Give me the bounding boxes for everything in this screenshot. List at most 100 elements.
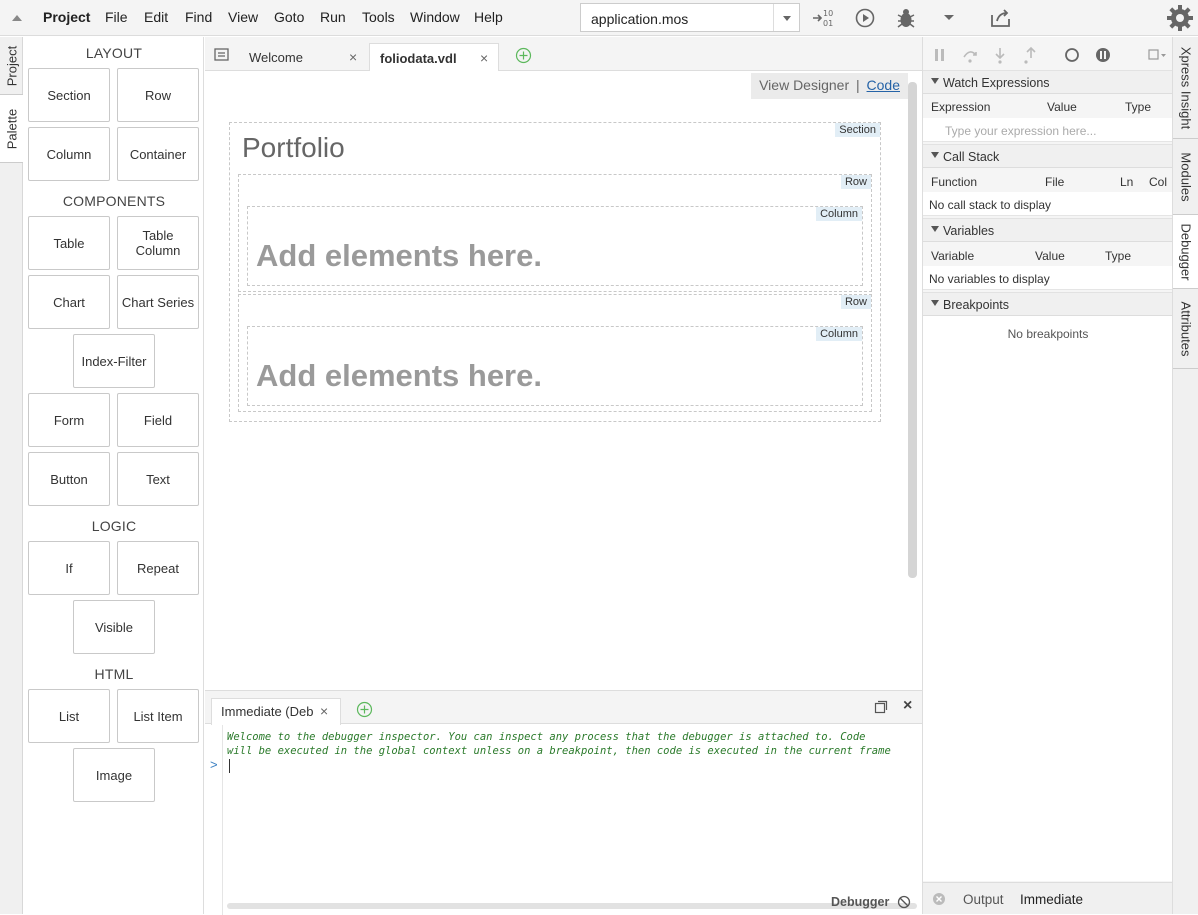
drop-placeholder: Add elements here. [256,238,542,273]
palette-image-button[interactable]: Image [73,748,155,802]
column-block[interactable]: Column Add elements here. [247,206,863,286]
step-into-icon[interactable]: 10 01 [811,5,837,31]
palette-field-button[interactable]: Field [117,393,199,447]
chevron-down-icon[interactable] [936,5,962,31]
column-block[interactable]: Column Add elements here. [247,326,863,406]
palette-text-button[interactable]: Text [117,452,199,506]
breakpoint-toggle-icon[interactable] [1063,46,1081,64]
file-select[interactable]: application.mos [580,3,800,32]
variables-col-type: Type [1105,249,1132,263]
palette-list-button[interactable]: List [28,689,110,743]
maximize-icon[interactable] [874,700,888,714]
tab-debugger[interactable]: Debugger [1173,215,1198,289]
callstack-col-function: Function [931,175,978,189]
palette-repeat-button[interactable]: Repeat [117,541,199,595]
menu-run[interactable]: Run [320,9,346,25]
tab-immediate-bottom[interactable]: Immediate [1020,892,1083,907]
call-stack-header[interactable]: Call Stack [923,144,1173,168]
variables-title: Variables [943,224,995,238]
menu-tools[interactable]: Tools [362,9,395,25]
tab-palette[interactable]: Palette [0,95,23,163]
tab-immediate[interactable]: Immediate (Deb × [211,698,341,725]
tab-modules[interactable]: Modules [1173,139,1198,215]
view-mode-switch: View Designer | Code [751,73,908,99]
palette-chart-series-button[interactable]: Chart Series [117,275,199,329]
palette-button-button[interactable]: Button [28,452,110,506]
palette-panel: LAYOUT Section Row Column Container COMP… [24,37,204,914]
breakpoints-list: No breakpoints [923,316,1173,881]
tab-project[interactable]: Project [0,37,23,95]
menu-project[interactable]: Project [43,9,90,25]
tab-modules-label: Modules [1178,151,1194,202]
file-select-dropdown[interactable] [773,4,799,31]
gear-icon[interactable] [1166,4,1194,32]
disabled-icon[interactable] [897,895,911,909]
horizontal-scrollbar[interactable] [227,903,917,909]
export-icon[interactable] [988,5,1014,31]
variables-col-variable: Variable [931,249,975,263]
pause-on-exception-icon[interactable] [1094,46,1112,64]
run-icon[interactable] [852,5,878,31]
palette-row-button[interactable]: Row [117,68,199,122]
palette-table-column-button[interactable]: Table Column [117,216,199,270]
menu-goto[interactable]: Goto [274,9,304,25]
step-over-icon[interactable] [961,46,979,64]
tab-attributes[interactable]: Attributes [1173,289,1198,369]
clear-icon[interactable] [932,892,946,906]
menu-file[interactable]: File [105,9,128,25]
add-tab-icon[interactable] [356,701,373,718]
menu-help[interactable]: Help [474,9,503,25]
close-icon[interactable]: × [480,50,488,66]
menu-edit[interactable]: Edit [144,9,168,25]
row-block[interactable]: Row Column Add elements here. [238,294,872,412]
code-view-link[interactable]: Code [867,77,900,93]
palette-visible-button[interactable]: Visible [73,600,155,654]
watch-expression-placeholder: Type your expression here... [945,124,1097,138]
close-panel-icon[interactable]: × [903,697,912,715]
variables-header[interactable]: Variables [923,218,1173,242]
input-cursor[interactable] [229,759,230,773]
row-tag: Row [840,175,871,189]
view-designer-label: View Designer [759,77,850,93]
palette-form-button[interactable]: Form [28,393,110,447]
palette-list-item-button[interactable]: List Item [117,689,199,743]
palette-section-button[interactable]: Section [28,68,110,122]
palette-column-button[interactable]: Column [28,127,110,181]
tab-foliodata[interactable]: foliodata.vdl × [369,43,499,72]
debug-toolbar [923,37,1173,73]
designer-scrollbar[interactable] [908,82,917,578]
menu-window[interactable]: Window [410,9,460,25]
row-block[interactable]: Row Column Add elements here. [238,174,872,292]
debug-icon[interactable] [893,5,919,31]
tab-welcome[interactable]: Welcome × [238,43,368,71]
palette-chart-button[interactable]: Chart [28,275,110,329]
close-icon[interactable]: × [320,703,328,719]
menu-find[interactable]: Find [185,9,212,25]
top-menubar: Project File Edit Find View Goto Run Too… [0,0,1198,36]
pause-icon[interactable] [933,47,947,63]
breakpoints-title: Breakpoints [943,298,1010,312]
palette-index-filter-button[interactable]: Index-Filter [73,334,155,388]
svg-text:01: 01 [823,19,833,28]
breakpoints-header[interactable]: Breakpoints [923,292,1173,316]
step-out-icon[interactable] [1022,46,1040,64]
section-block[interactable]: Section Portfolio Row Column Add element… [229,122,881,422]
palette-table-button[interactable]: Table [28,216,110,270]
options-dropdown-icon[interactable] [1147,48,1167,62]
tab-xpress-insight[interactable]: Xpress Insight [1173,37,1198,139]
debugger-panel: Watch Expressions Expression Value Type … [922,37,1173,914]
tab-output[interactable]: Output [963,892,1004,907]
step-into-icon[interactable] [991,46,1009,64]
watch-expression-input[interactable]: Type your expression here... [923,118,1173,142]
add-tab-icon[interactable] [515,47,532,64]
palette-container-button[interactable]: Container [117,127,199,181]
menu-view[interactable]: View [228,9,258,25]
tab-welcome-label: Welcome [249,50,303,65]
palette-if-button[interactable]: If [28,541,110,595]
tab-list-icon[interactable] [214,48,230,61]
immediate-panel: Immediate (Deb × × > Welcome to the debu… [205,690,922,915]
watch-expressions-header[interactable]: Watch Expressions [923,70,1173,94]
file-select-value: application.mos [591,11,689,27]
collapse-up-icon[interactable] [10,12,24,22]
close-icon[interactable]: × [349,49,357,65]
